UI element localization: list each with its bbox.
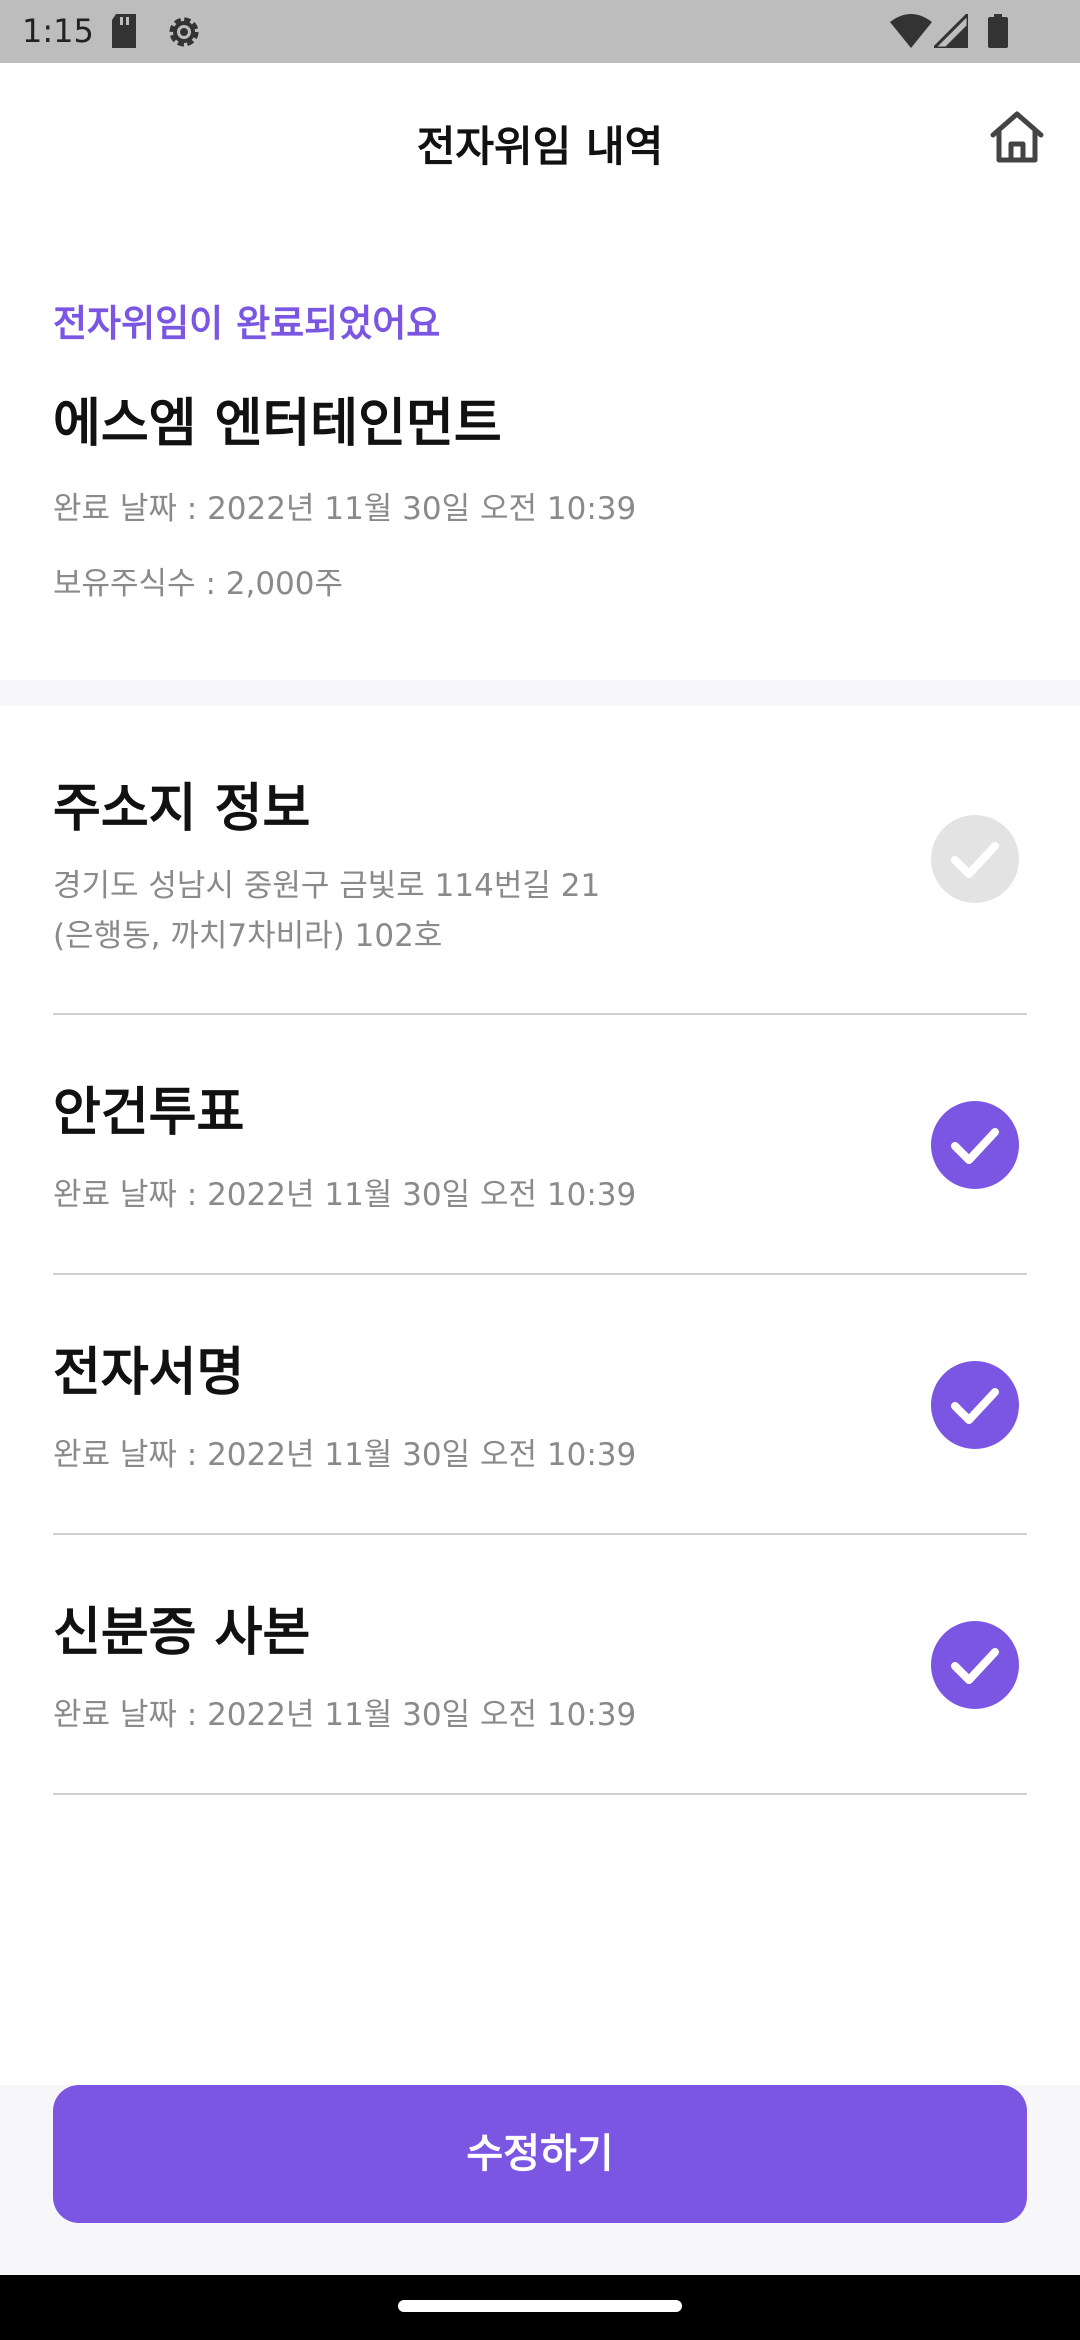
system-nav-bar — [0, 2275, 1080, 2340]
list-item-date: 완료 날짜 : 2022년 11월 30일 오전 10:39 — [53, 1437, 637, 1473]
list-item-title: 신분증 사본 — [53, 1603, 311, 1663]
completion-status-text: 전자위임이 완료되었어요 — [53, 302, 441, 345]
bottom-action-area: 수정하기 — [0, 2085, 1080, 2275]
completed-date: 완료 날짜 : 2022년 11월 30일 오전 10:39 — [53, 491, 637, 527]
battery-icon — [988, 14, 1008, 52]
app-bar: 전자위임 내역 — [0, 63, 1080, 213]
home-button[interactable] — [988, 109, 1046, 165]
delegation-summary: 전자위임이 완료되었어요 에스엠 엔터테인먼트 완료 날짜 : 2022년 11… — [0, 213, 1080, 680]
status-time: 1:15 — [22, 12, 94, 50]
address-line-1: 경기도 성남시 중원구 금빛로 114번길 21 — [53, 868, 601, 904]
shares-held: 보유주식수 : 2,000주 — [53, 566, 344, 602]
list-item-title: 전자서명 — [53, 1343, 245, 1403]
edit-button[interactable]: 수정하기 — [53, 2085, 1027, 2223]
list-item-date: 완료 날짜 : 2022년 11월 30일 오전 10:39 — [53, 1697, 637, 1733]
sd-card-icon — [110, 14, 138, 52]
list-item-e-signature[interactable]: 전자서명 완료 날짜 : 2022년 11월 30일 오전 10:39 — [53, 1275, 1027, 1535]
list-item-address[interactable]: 주소지 정보 경기도 성남시 중원구 금빛로 114번길 21 (은행동, 까치… — [53, 706, 1027, 1015]
signal-icon — [930, 10, 970, 52]
home-icon — [988, 111, 1046, 169]
status-bar: 1:15 — [0, 0, 1080, 63]
settings-gear-icon — [166, 14, 202, 54]
list-item-date: 완료 날짜 : 2022년 11월 30일 오전 10:39 — [53, 1177, 637, 1213]
check-icon — [931, 1621, 1019, 1709]
company-name: 에스엠 엔터테인먼트 — [53, 394, 502, 454]
wifi-icon — [890, 14, 932, 52]
check-icon — [931, 1101, 1019, 1189]
list-item-title: 안건투표 — [53, 1083, 245, 1143]
list-item-agenda-vote[interactable]: 안건투표 완료 날짜 : 2022년 11월 30일 오전 10:39 — [53, 1015, 1027, 1275]
page-title: 전자위임 내역 — [416, 122, 664, 171]
list-item-id-copy[interactable]: 신분증 사본 완료 날짜 : 2022년 11월 30일 오전 10:39 — [53, 1535, 1027, 1795]
home-gesture-handle[interactable] — [398, 2300, 682, 2312]
check-icon — [931, 1361, 1019, 1449]
address-line-2: (은행동, 까치7차비라) 102호 — [53, 918, 443, 954]
section-divider — [0, 680, 1080, 706]
check-icon — [931, 815, 1019, 903]
list-item-title: 주소지 정보 — [53, 779, 311, 839]
